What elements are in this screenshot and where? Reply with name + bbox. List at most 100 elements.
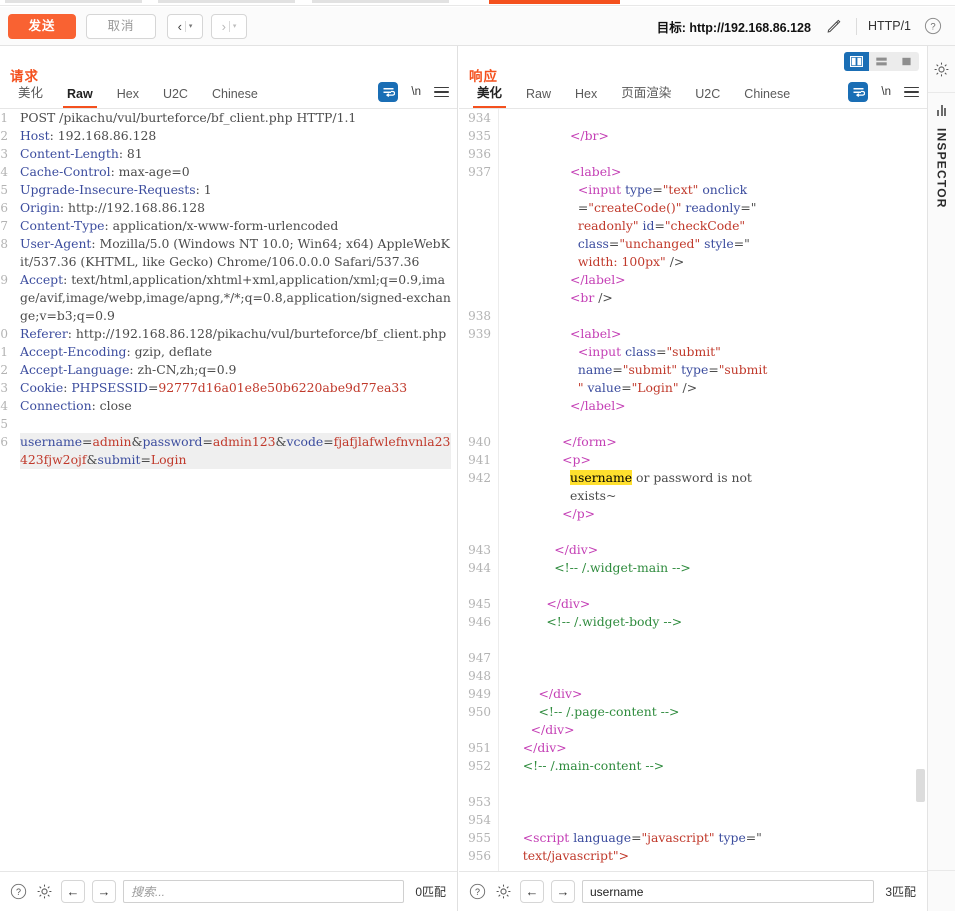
window-tab-active[interactable] <box>489 0 620 4</box>
rail-settings-icon[interactable] <box>928 46 955 93</box>
code-token: =" <box>740 200 757 215</box>
code-token: </p> <box>562 506 596 521</box>
request-tab-u2c[interactable]: U2C <box>151 87 200 108</box>
code-token: : http://192.168.86.128 <box>59 200 205 215</box>
request-help-icon[interactable]: ? <box>9 882 28 901</box>
previous-request-button[interactable]: ‹ ▾ <box>167 13 203 39</box>
send-button[interactable]: 发送 <box>8 13 76 39</box>
response-help-icon[interactable]: ? <box>468 882 487 901</box>
newline-icon[interactable]: \n <box>881 86 891 98</box>
nav-divider <box>228 20 230 32</box>
split-horizontal-icon[interactable] <box>869 52 894 71</box>
request-search-prev-button[interactable]: ← <box>61 880 85 903</box>
code-token: Login <box>150 452 187 467</box>
response-tab-u2c[interactable]: U2C <box>683 87 732 108</box>
code-token: : 81 <box>118 146 143 161</box>
code-token: "submit" <box>622 362 678 377</box>
cancel-button[interactable]: 取消 <box>86 13 156 39</box>
code-token: & <box>86 452 98 467</box>
code-line: exists~ <box>507 487 913 505</box>
chevron-right-icon: › <box>221 18 226 34</box>
window-tab-1[interactable] <box>5 0 142 3</box>
response-tab-beautify[interactable]: 美化 <box>465 82 514 108</box>
scrollbar-thumb[interactable] <box>916 769 925 802</box>
chevron-left-icon: ‹ <box>177 18 182 34</box>
code-token: </label> <box>570 272 626 287</box>
request-tab-raw[interactable]: Raw <box>55 87 105 108</box>
code-token: = <box>82 434 93 449</box>
code-token: = <box>140 452 151 467</box>
code-line: <label> <box>507 163 913 181</box>
code-line: </p> <box>507 505 913 523</box>
response-tab-hex[interactable]: Hex <box>563 87 609 108</box>
split-horizontal-glyph <box>876 57 887 66</box>
pencil-icon[interactable] <box>823 15 845 37</box>
response-search-next-button[interactable]: → <box>551 880 575 903</box>
word-wrap-icon[interactable] <box>378 82 399 102</box>
request-tab-chinese[interactable]: Chinese <box>200 87 270 108</box>
single-pane-icon[interactable] <box>894 52 919 71</box>
request-footer: ? ← → 0匹配 <box>0 871 457 911</box>
line-number: 939 <box>468 327 491 341</box>
pencil-glyph <box>827 19 841 33</box>
request-search-next-button[interactable]: → <box>92 880 116 903</box>
code-line: Connection: close <box>20 397 451 415</box>
code-token: <p> <box>562 452 591 467</box>
request-match-count: 0匹配 <box>415 885 446 899</box>
response-search-input[interactable] <box>582 880 875 903</box>
next-request-button[interactable]: › ▾ <box>211 13 247 39</box>
request-tab-hex[interactable]: Hex <box>105 87 151 108</box>
http-version-label[interactable]: HTTP/1 <box>868 19 911 33</box>
code-token: Cache-Control <box>20 164 111 179</box>
request-settings-icon[interactable] <box>35 882 54 901</box>
code-token: </div> <box>522 740 567 755</box>
response-settings-icon[interactable] <box>494 882 513 901</box>
code-line: Accept-Language: zh-CN,zh;q=0.9 <box>20 361 451 379</box>
code-line: username or password is not <box>507 469 913 487</box>
history-nav-group: ‹ ▾ › ▾ <box>167 13 247 39</box>
code-token: Origin <box>20 200 60 215</box>
code-token: submit <box>97 452 141 467</box>
hamburger-menu-icon[interactable] <box>434 86 449 98</box>
response-tab-raw[interactable]: Raw <box>514 87 563 108</box>
code-token: "javascript" <box>641 830 715 845</box>
split-vertical-icon[interactable] <box>844 52 869 71</box>
request-header-icons: \n <box>378 82 449 102</box>
gear-glyph <box>37 884 52 899</box>
window-tab-2[interactable] <box>158 0 295 3</box>
newline-icon[interactable]: \n <box>411 86 421 98</box>
inspector-tab[interactable]: INSPECTOR <box>935 93 949 911</box>
help-icon[interactable]: ? <box>923 16 943 36</box>
code-token: name <box>577 362 613 377</box>
code-line: <!-- /.page-content --> <box>507 703 913 721</box>
response-search-prev-button[interactable]: ← <box>520 880 544 903</box>
line-number: 2 <box>0 129 8 143</box>
code-token: /> <box>678 380 698 395</box>
hamburger-menu-icon[interactable] <box>904 86 919 98</box>
line-number: 954 <box>468 813 491 827</box>
request-code-area[interactable]: 12345678910111213141516 POST /pikachu/vu… <box>0 109 457 871</box>
response-tab-render[interactable]: 页面渲染 <box>609 82 683 108</box>
code-token: "text" <box>662 182 699 197</box>
request-tab-beautify[interactable]: 美化 <box>6 82 55 108</box>
response-line-numbers: 934 935 936 937 938 939 940 941 942 943 944 945 946 9… <box>459 109 499 871</box>
window-tab-3[interactable] <box>312 0 449 3</box>
line-number: 11 <box>0 345 8 359</box>
response-lines: </br> <label> <input type="text" onclick… <box>507 109 927 865</box>
response-vertical-scrollbar[interactable] <box>916 109 925 871</box>
question-circle-glyph: ? <box>469 883 486 900</box>
code-token: type <box>714 830 746 845</box>
word-wrap-icon[interactable] <box>848 82 869 102</box>
request-search-input[interactable] <box>123 880 405 903</box>
response-code-area[interactable]: 934 935 936 937 938 939 940 941 942 943 944 945 946 9… <box>459 109 927 871</box>
code-token: <br <box>570 290 595 305</box>
tab-strip-divider <box>0 5 955 6</box>
code-token: text/javascript"> <box>522 848 630 863</box>
response-tab-chinese[interactable]: Chinese <box>732 87 802 108</box>
